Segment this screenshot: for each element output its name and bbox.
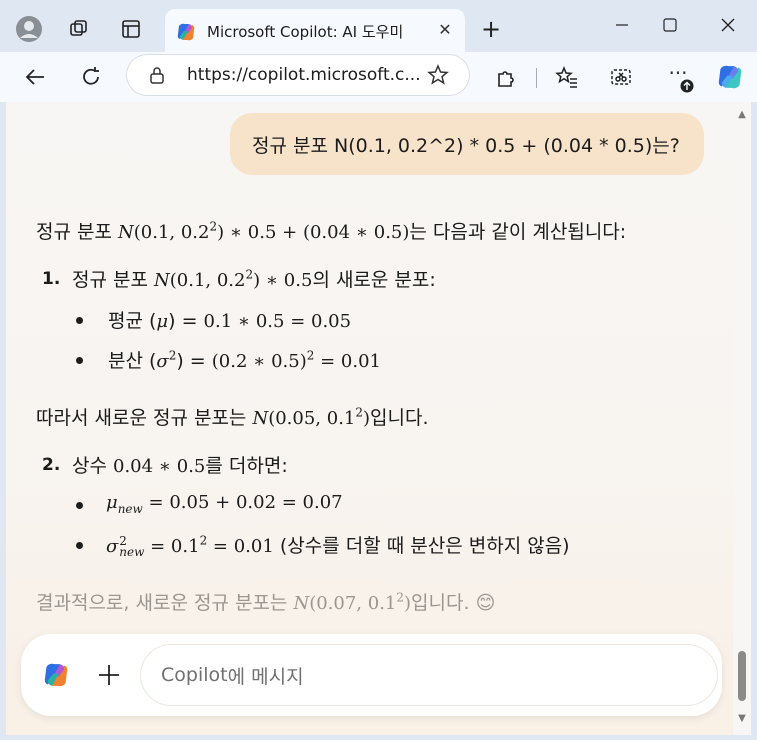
url-text: https://copilot.microsoft.c... [187, 65, 421, 85]
step1-math-n: N [154, 270, 170, 291]
back-icon[interactable] [20, 62, 50, 92]
step1-heading: 정규 분포 N(0.1, 0.22) ∗ 0.5의 새로운 분포: [72, 265, 436, 292]
intro-prefix: 정규 분포 [36, 221, 118, 243]
middle-math-n: N [252, 408, 269, 429]
step1-math-args: (0.1, 0.2 [169, 270, 246, 291]
intro-suffix: 는 다음과 같이 계산됩니다: [409, 221, 627, 243]
step2-heading: 상수 0.04 ∗ 0.5를 더하면: [72, 451, 288, 478]
step2-prefix: 상수 [72, 455, 113, 477]
close-window-icon[interactable] [708, 10, 748, 40]
step1-variance-line: 분산 (σ2) = (0.2 ∗ 0.5)2 = 0.01 [108, 346, 381, 373]
var-symbol: σ [156, 351, 169, 372]
copilot-logo-icon[interactable] [41, 660, 71, 690]
minimize-icon[interactable] [602, 10, 642, 40]
add-attachment-icon[interactable] [95, 661, 123, 689]
intro-math-n: N [118, 222, 134, 243]
mean-symbol: μ [156, 311, 169, 332]
active-tab[interactable]: Microsoft Copilot: AI 도우미 ✕ [165, 9, 465, 53]
bullet-sigma-new [76, 542, 83, 549]
scrollbar-thumb[interactable] [738, 651, 746, 701]
address-bar[interactable]: https://copilot.microsoft.c... [127, 55, 469, 95]
var-expr-b: = 0.01 [314, 351, 382, 372]
sigma-note: (상수를 더할 때 분산은 변하지 않음) [273, 535, 570, 557]
mu-expr: = 0.05 + 0.02 = 0.07 [142, 492, 343, 513]
mean-expr: 0.1 ∗ 0.5 = 0.05 [203, 311, 352, 332]
favorites-icon[interactable] [552, 62, 582, 92]
step2-mu-line: μnew = 0.05 + 0.02 = 0.07 [106, 491, 343, 516]
close-tab-icon[interactable]: ✕ [433, 17, 457, 41]
step1-math-sup: 2 [245, 267, 254, 282]
step1-prefix: 정규 분포 [72, 269, 154, 291]
conclusion-prefix: 결과적으로, 새로운 정규 분포는 [36, 592, 294, 614]
sigma-expr-a: = 0.1 [144, 536, 200, 557]
copilot-sidebar-icon[interactable] [713, 62, 747, 92]
browser-toolbar: https://copilot.microsoft.c... ··· [0, 52, 757, 102]
scroll-down-arrow-icon[interactable]: ▼ [736, 714, 748, 724]
middle-math-args: (0.05, 0.1 [268, 408, 356, 429]
placeholder-brand: Copilot [161, 664, 228, 686]
step1-suffix: 의 새로운 분포: [312, 269, 436, 291]
response-conclusion: 결과적으로, 새로운 정규 분포는 N(0.07, 0.12)입니다. 😊 [36, 588, 495, 615]
step1-number: 1. [42, 269, 61, 289]
tab-bar: Microsoft Copilot: AI 도우미 ✕ + [0, 0, 757, 58]
conclusion-math-n: N [293, 593, 310, 614]
sigma-expr-b: = 0.01 [207, 536, 274, 557]
vertical-tabs-icon[interactable] [116, 14, 146, 44]
message-input[interactable]: Copilot 에 메시지 [141, 645, 717, 705]
tab-title: Microsoft Copilot: AI 도우미 [207, 23, 404, 41]
var-close: ) = [176, 350, 212, 372]
step2-math: 0.04 ∗ 0.5 [113, 456, 206, 477]
mean-label: 평균 ( [108, 310, 157, 332]
var-expr-a: (0.2 ∗ 0.5) [211, 351, 307, 372]
middle-suffix: 입니다. [370, 407, 429, 429]
mu-symbol: μ [106, 492, 118, 513]
mean-close: ) = [168, 310, 204, 332]
new-tab-icon[interactable]: + [476, 14, 506, 44]
conclusion-suffix: 입니다. 😊 [411, 592, 496, 614]
step1-math-rest: ) ∗ 0.5 [253, 270, 313, 291]
middle-prefix: 따라서 새로운 정규 분포는 [36, 407, 253, 429]
response-intro: 정규 분포 N(0.1, 0.22) ∗ 0.5 + (0.04 ∗ 0.5)는… [36, 217, 626, 244]
screenshot-icon[interactable] [606, 62, 636, 92]
intro-math-rest: ) ∗ 0.5 + (0.04 ∗ 0.5) [217, 222, 410, 243]
bullet-variance [76, 357, 83, 364]
step2-sigma-line: σ 2 new = 0.12 = 0.01 (상수를 더할 때 분산은 변하지 않음… [106, 531, 570, 558]
toolbar-divider [536, 68, 537, 88]
step2-number: 2. [42, 455, 61, 475]
placeholder-rest: 에 메시지 [227, 665, 304, 688]
more-options-icon[interactable]: ··· [663, 61, 694, 93]
profile-avatar-icon[interactable] [14, 14, 44, 44]
refresh-icon[interactable] [76, 62, 106, 92]
sigma-sub: new [119, 544, 145, 559]
user-message-bubble: 정규 분포 N(0.1, 0.2^2) * 0.5 + (0.04 * 0.5)… [230, 113, 704, 175]
page-scrollbar[interactable]: ▲ ▼ [733, 102, 751, 735]
mu-sub: new [117, 501, 143, 516]
maximize-icon[interactable] [650, 10, 690, 40]
favorite-star-icon[interactable] [427, 64, 449, 86]
copilot-chat-page: 정규 분포 N(0.1, 0.2^2) * 0.5 + (0.04 * 0.5)… [6, 102, 733, 735]
bullet-mu-new [76, 502, 83, 509]
message-composer: Copilot 에 메시지 [21, 634, 722, 716]
var-label: 분산 ( [108, 350, 157, 372]
lock-icon[interactable] [149, 66, 165, 84]
intro-math-args: (0.1, 0.2 [133, 222, 210, 243]
sigma-symbol: σ [106, 536, 119, 557]
extensions-icon[interactable] [491, 62, 521, 92]
workspaces-icon[interactable] [64, 14, 94, 44]
conclusion-math-sup: 2 [396, 590, 405, 605]
conclusion-math-args: (0.07, 0.1 [309, 593, 397, 614]
copilot-favicon-icon [177, 23, 195, 41]
step2-suffix: 를 더하면: [205, 455, 288, 477]
bullet-mean [76, 317, 83, 324]
update-badge-icon [680, 79, 694, 93]
middle-math-sup: 2 [355, 405, 364, 420]
response-middle: 따라서 새로운 정규 분포는 N(0.05, 0.12)입니다. [36, 403, 429, 430]
step1-mean-line: 평균 (μ) = 0.1 ∗ 0.5 = 0.05 [108, 306, 351, 333]
conclusion-math-close: ) [404, 593, 412, 614]
scroll-up-arrow-icon[interactable]: ▲ [736, 110, 748, 120]
intro-math-sup: 2 [209, 219, 218, 234]
middle-math-close: ) [363, 408, 371, 429]
user-message-text: 정규 분포 N(0.1, 0.2^2) * 0.5 + (0.04 * 0.5)… [252, 134, 680, 157]
